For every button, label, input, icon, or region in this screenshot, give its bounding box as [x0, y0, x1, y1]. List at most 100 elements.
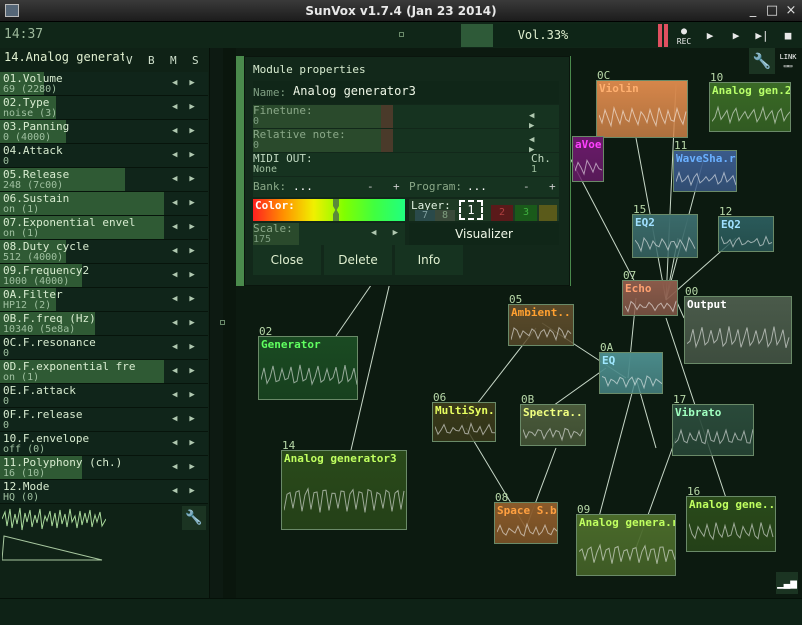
close-dialog-button[interactable]: Close: [253, 245, 321, 275]
param-value: 1000 (4000): [3, 276, 70, 287]
solo-toggle[interactable]: S: [192, 54, 199, 67]
finetune-value: 0: [253, 116, 260, 127]
param-row[interactable]: 02.Type noise (3) ◀▶: [0, 96, 208, 120]
link-button[interactable]: LINK ▭▭: [776, 50, 800, 74]
param-row[interactable]: 09.Frequency2 1000 (4000) ◀▶: [0, 264, 208, 288]
play-button[interactable]: ▶: [726, 27, 746, 45]
finetune-arrows[interactable]: ◀ ▶: [529, 111, 559, 131]
param-row[interactable]: 04.Attack 0 ◀▶: [0, 144, 208, 168]
delete-module-button[interactable]: Delete: [324, 245, 392, 275]
param-row[interactable]: 01.Volume 69 (2280) ◀▶: [0, 72, 208, 96]
param-row[interactable]: 0E.F.attack 0 ◀▶: [0, 384, 208, 408]
param-arrows[interactable]: ◀▶: [172, 366, 207, 376]
midi-out-label: MIDI OUT:: [253, 152, 313, 165]
param-row[interactable]: 12.Mode HQ (0) ◀▶: [0, 480, 208, 504]
param-arrows[interactable]: ◀▶: [172, 174, 207, 184]
program-value[interactable]: ...: [467, 181, 487, 192]
play-pattern-button[interactable]: ▶|: [752, 27, 772, 45]
scale-row[interactable]: Scale: 175 ◀ ▶: [253, 223, 405, 245]
param-name: 12.Mode: [3, 481, 50, 492]
param-arrows[interactable]: ◀▶: [172, 198, 207, 208]
param-arrows[interactable]: ◀▶: [172, 222, 207, 232]
stop-button[interactable]: ■: [778, 27, 798, 45]
param-row[interactable]: 11.Polyphony (ch.) 16 (10) ◀▶: [0, 456, 208, 480]
scale-arrows[interactable]: ◀ ▶: [371, 228, 398, 238]
level-meter: [658, 24, 670, 47]
param-arrows[interactable]: ◀▶: [172, 270, 207, 280]
param-arrows[interactable]: ◀▶: [172, 102, 207, 112]
bypass-toggle[interactable]: B: [148, 54, 155, 67]
param-name: 0A.Filter: [3, 289, 63, 300]
mute-toggle[interactable]: M: [170, 54, 177, 67]
param-row[interactable]: 0B.F.freq (Hz) 10340 (5e8a) ◀▶: [0, 312, 208, 336]
visualizer-button[interactable]: Visualizer: [409, 223, 559, 245]
link-06-08: [465, 427, 527, 529]
module-info-button[interactable]: Info: [395, 245, 463, 275]
record-button[interactable]: ● REC: [674, 27, 694, 47]
close-button[interactable]: ×: [783, 3, 799, 19]
layer-4[interactable]: [539, 205, 557, 221]
param-row[interactable]: 05.Release 248 (7c00) ◀▶: [0, 168, 208, 192]
midi-out-row[interactable]: MIDI OUT: None Ch. 1: [253, 153, 559, 176]
cpu-indicator: [461, 24, 493, 47]
program-minus-button[interactable]: -: [523, 181, 530, 192]
link-07-16: [665, 317, 727, 499]
bank-minus-button[interactable]: -: [367, 181, 374, 192]
param-arrows[interactable]: ◀▶: [172, 462, 207, 472]
param-row[interactable]: 0C.F.resonance 0 ◀▶: [0, 336, 208, 360]
link-05-06: [465, 327, 537, 419]
name-field[interactable]: Analog generator3: [293, 85, 416, 97]
finetune-row[interactable]: Finetune: 0 ◀ ▶: [253, 105, 559, 131]
maximize-button[interactable]: □: [764, 3, 780, 19]
bank-plus-button[interactable]: +: [393, 181, 400, 192]
param-arrows[interactable]: ◀▶: [172, 414, 207, 424]
layer-selector[interactable]: Layer: 7 8 1 2 3: [409, 199, 559, 221]
param-arrows[interactable]: ◀▶: [172, 78, 207, 88]
param-row[interactable]: 0F.F.release 0 ◀▶: [0, 408, 208, 432]
param-arrows[interactable]: ◀▶: [172, 246, 207, 256]
param-arrows[interactable]: ◀▶: [172, 294, 207, 304]
param-arrows[interactable]: ◀▶: [172, 486, 207, 496]
layer-2[interactable]: 2: [491, 205, 513, 221]
visualize-toggle[interactable]: V: [126, 54, 133, 67]
color-selector[interactable]: [329, 199, 343, 221]
param-arrows[interactable]: ◀▶: [172, 438, 207, 448]
relative-note-row[interactable]: Relative note: 0 ◀ ▶: [253, 129, 559, 155]
program-plus-button[interactable]: +: [549, 181, 556, 192]
param-name: 01.Volume: [3, 73, 63, 84]
param-row[interactable]: 08.Duty cycle 512 (4000) ◀▶: [0, 240, 208, 264]
envelope-graph: [2, 535, 103, 561]
param-row[interactable]: 0D.F.exponential fre on (1) ◀▶: [0, 360, 208, 384]
minimize-button[interactable]: _: [745, 3, 761, 19]
play-from-start-icon[interactable]: ▶: [700, 27, 720, 45]
param-value: 0: [3, 396, 10, 407]
toolbar-handle-icon: [399, 32, 404, 37]
midi-channel-value[interactable]: 1: [531, 164, 537, 175]
param-row[interactable]: 03.Panning 0 (4000) ◀▶: [0, 120, 208, 144]
param-value: on (1): [3, 372, 40, 383]
layer-3[interactable]: 3: [515, 205, 537, 221]
param-arrows[interactable]: ◀▶: [172, 390, 207, 400]
volume-label[interactable]: Vol.33%: [493, 24, 593, 47]
status-bar: [0, 598, 802, 625]
midi-out-value[interactable]: None: [253, 164, 277, 175]
wrench-icon[interactable]: 🔧: [749, 48, 775, 74]
layer-7[interactable]: 7: [415, 210, 435, 221]
param-arrows[interactable]: ◀▶: [172, 126, 207, 136]
name-row[interactable]: Name: Analog generator3: [253, 81, 559, 104]
param-row[interactable]: 06.Sustain on (1) ◀▶: [0, 192, 208, 216]
param-value: on (1): [3, 228, 40, 239]
param-row[interactable]: 10.F.envelope off (0) ◀▶: [0, 432, 208, 456]
param-arrows[interactable]: ◀▶: [172, 150, 207, 160]
levels-icon[interactable]: ▁▃▅: [776, 572, 798, 594]
wrench-icon[interactable]: 🔧: [182, 506, 206, 530]
layer-8[interactable]: 8: [435, 210, 455, 221]
param-arrows[interactable]: ◀▶: [172, 342, 207, 352]
param-row[interactable]: 0A.Filter HP12 (2) ◀▶: [0, 288, 208, 312]
param-value: 0: [3, 348, 10, 359]
bank-value[interactable]: ...: [293, 181, 313, 192]
param-row[interactable]: 07.Exponential envel on (1) ◀▶: [0, 216, 208, 240]
param-arrows[interactable]: ◀▶: [172, 318, 207, 328]
color-picker[interactable]: Color:: [253, 199, 405, 221]
layer-1[interactable]: 1: [459, 200, 483, 220]
